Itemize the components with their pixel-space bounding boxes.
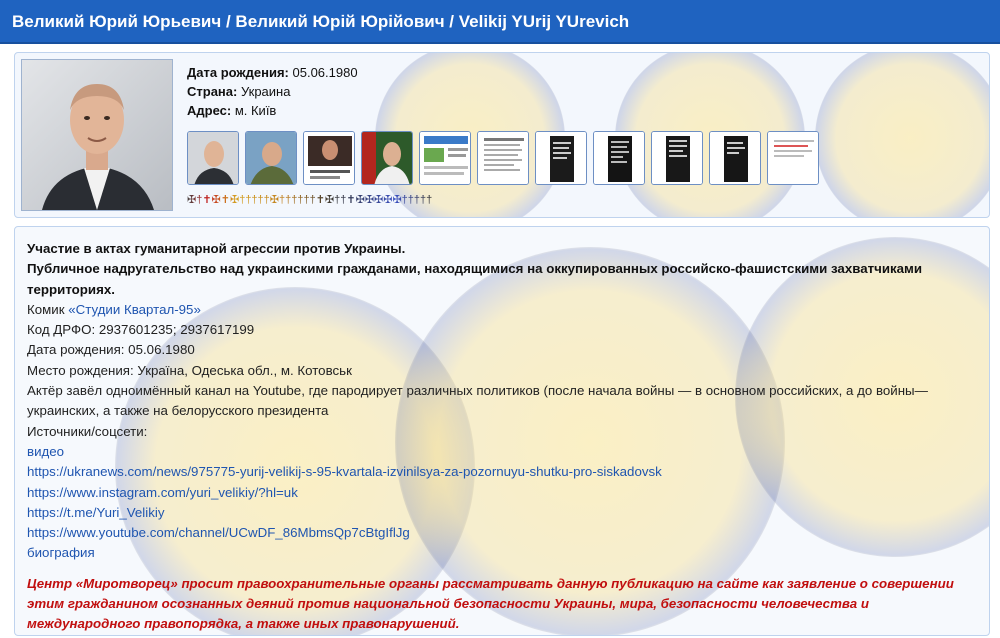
heading-abuse: Публичное надругательство над украинским… bbox=[27, 261, 923, 297]
watermark-seal bbox=[815, 53, 989, 217]
youtube-link[interactable]: https://www.youtube.com/channel/UCwDF_86… bbox=[27, 525, 410, 540]
screenshot-thumbnail-icon bbox=[710, 132, 760, 184]
studio-link[interactable]: «Студии Квартал-95» bbox=[68, 302, 201, 317]
gallery-thumbnail[interactable] bbox=[477, 131, 529, 185]
drfo-code: Код ДРФО: 2937601235; 2937617199 bbox=[27, 322, 255, 338]
portrait-thumbnail-icon bbox=[188, 132, 238, 184]
birth-row: Дата рождения: 05.06.1980 bbox=[187, 63, 358, 82]
page-title: Великий Юрий Юрьевич / Великий Юрій Юрій… bbox=[0, 0, 1000, 44]
photo-thumbnail-icon bbox=[246, 132, 296, 184]
country-value: Украина bbox=[240, 84, 291, 99]
birth-date: Дата рождения: 05.06.1980 bbox=[27, 342, 195, 358]
gallery-thumbnail[interactable] bbox=[303, 131, 355, 185]
photo-thumbnail-icon bbox=[304, 132, 354, 184]
instagram-link[interactable]: https://www.instagram.com/yuri_velikiy/?… bbox=[27, 485, 298, 500]
gallery-thumbnail[interactable] bbox=[187, 131, 239, 185]
birth-value: 05.06.1980 bbox=[292, 65, 358, 80]
telegram-link[interactable]: https://t.me/Yuri_Velikiy bbox=[27, 505, 164, 520]
gallery-thumbnail[interactable] bbox=[419, 131, 471, 185]
profile-photo[interactable] bbox=[21, 59, 173, 211]
birth-label: Дата рождения: bbox=[187, 65, 289, 80]
heading-aggression: Участие в актах гуманитарной агрессии пр… bbox=[27, 241, 406, 256]
screenshot-thumbnail-icon bbox=[652, 132, 702, 184]
gallery-thumbnail[interactable] bbox=[593, 131, 645, 185]
comic-prefix: Комик bbox=[27, 301, 65, 317]
gallery-thumbnail[interactable] bbox=[767, 131, 819, 185]
country-row: Страна: Украина bbox=[187, 82, 358, 101]
content-card: Участие в актах гуманитарной агрессии пр… bbox=[14, 226, 990, 636]
birth-place: Место рождения: Україна, Одеська обл., м… bbox=[27, 362, 352, 378]
comic-row: Комик «Студии Квартал-95» bbox=[27, 300, 977, 320]
screenshot-thumbnail-icon bbox=[594, 132, 644, 184]
country-label: Страна: bbox=[187, 84, 238, 99]
screenshot-thumbnail-icon bbox=[536, 132, 586, 184]
address-value: м. Київ bbox=[234, 103, 277, 118]
article-body: Участие в актах гуманитарной агрессии пр… bbox=[27, 239, 977, 634]
profile-facts: Дата рождения: 05.06.1980 Страна: Украин… bbox=[187, 63, 358, 120]
address-row: Адрес: м. Київ bbox=[187, 101, 358, 120]
sources-label: Источники/соцсети: bbox=[27, 423, 148, 439]
gallery-thumbnail[interactable] bbox=[709, 131, 761, 185]
person-photo-icon bbox=[22, 60, 172, 210]
warning-statement: Центр «Миротворец» просит правоохранител… bbox=[27, 575, 954, 631]
biography-text: Актёр завёл одноимённый канал на Youtube… bbox=[27, 383, 928, 419]
gallery-thumbnail[interactable] bbox=[651, 131, 703, 185]
address-label: Адрес: bbox=[187, 103, 232, 118]
gallery-thumbnail[interactable] bbox=[535, 131, 587, 185]
gallery-thumbnail[interactable] bbox=[361, 131, 413, 185]
video-link[interactable]: видео bbox=[27, 444, 64, 459]
photo-thumbnail-icon bbox=[362, 132, 412, 184]
document-thumbnail-icon bbox=[420, 132, 470, 184]
profile-card: Дата рождения: 05.06.1980 Страна: Украин… bbox=[14, 52, 990, 218]
document-thumbnail-icon bbox=[768, 132, 818, 184]
biography-link[interactable]: биография bbox=[27, 545, 95, 560]
gallery-thumbnail[interactable] bbox=[245, 131, 297, 185]
ukranews-link[interactable]: https://ukranews.com/news/975775-yurij-v… bbox=[27, 464, 662, 479]
document-thumbnail-icon bbox=[478, 132, 528, 184]
cross-markers: ✠†✝✠✝✠†††††✠††††††✝✠††✝✠✠✠✠✠††††† bbox=[187, 193, 432, 207]
cross-markers-text: ✠†✝✠✝✠†††††✠††††††✝✠††✝✠✠✠✠✠††††† bbox=[187, 194, 433, 206]
